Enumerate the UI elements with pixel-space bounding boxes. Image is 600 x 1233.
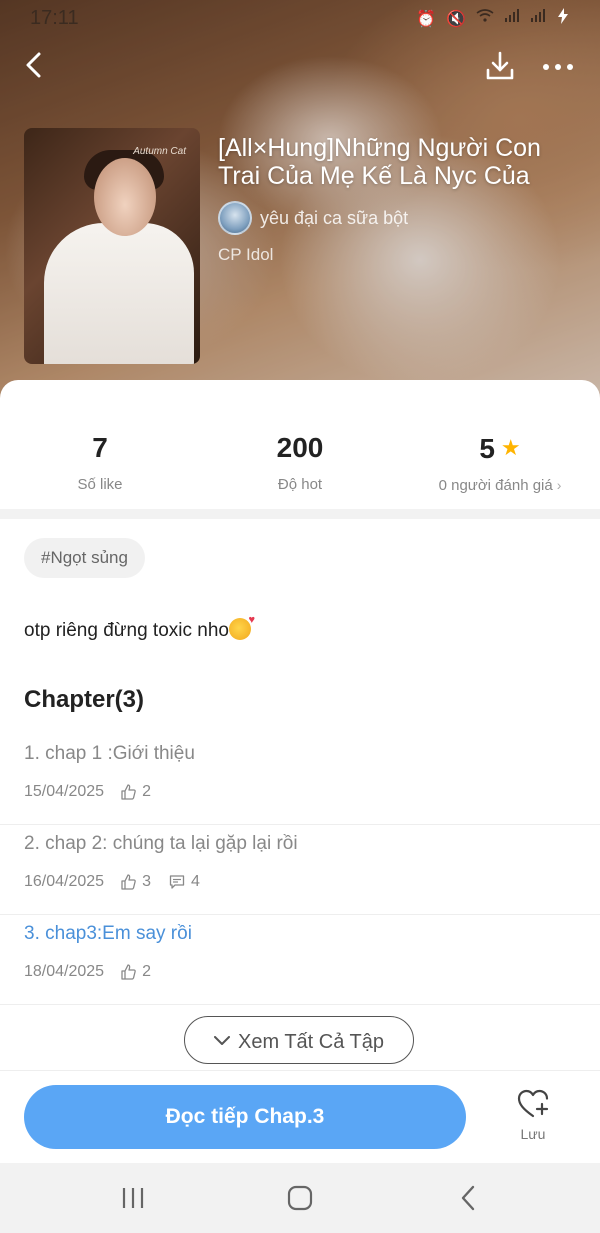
chevron-right-icon: › xyxy=(556,477,562,493)
status-time: 17:11 xyxy=(30,7,79,29)
status-bar: 17:11 ⏰ 🔇 xyxy=(0,0,600,36)
chapter-meta: 16/04/2025 3 4 xyxy=(24,873,200,891)
chapter-likes: 2 xyxy=(142,783,151,800)
signal-icon xyxy=(530,9,546,28)
chapter-date: 18/04/2025 xyxy=(24,963,105,980)
battery-charging-icon xyxy=(556,8,570,29)
star-icon: ★ xyxy=(500,435,521,460)
story-detail-card: 7 Số like 200 Độ hot 5 ★ 0 người đánh giá… xyxy=(0,380,600,1070)
chapter-item[interactable]: 3. chap3:Em say rồi 18/04/2025 2 xyxy=(0,915,600,1005)
stat-rating-value: 5 xyxy=(479,433,495,464)
recent-apps-icon[interactable] xyxy=(118,1185,148,1211)
chapter-title: 3. chap3:Em say rồi xyxy=(24,923,192,944)
see-all-chapters-button[interactable]: Xem Tất Cả Tập xyxy=(184,1016,414,1064)
stat-likes-label: Số like xyxy=(77,476,123,493)
chapter-item[interactable]: 1. chap 1 :Giới thiệu 15/04/2025 2 xyxy=(0,735,600,825)
system-nav-bar xyxy=(0,1163,600,1233)
see-all-label: Xem Tất Cả Tập xyxy=(238,1031,384,1053)
alarm-icon: ⏰ xyxy=(416,10,437,28)
thumbs-up-icon xyxy=(120,964,136,980)
smiling-hearts-emoji-icon xyxy=(228,614,255,640)
continue-reading-button[interactable]: Đọc tiếp Chap.3 xyxy=(24,1085,466,1149)
stats-row: 7 Số like 200 Độ hot 5 ★ 0 người đánh giá… xyxy=(0,430,600,500)
chapter-comments: 4 xyxy=(190,873,200,890)
back-arrow-icon[interactable] xyxy=(18,48,52,82)
stat-likes: 7 Số like xyxy=(0,430,200,493)
author-row[interactable]: yêu đại ca sữa bột xyxy=(218,200,408,236)
chapter-item[interactable]: 2. chap 2: chúng ta lại gặp lại rồi 16/0… xyxy=(0,825,600,915)
author-name[interactable]: yêu đại ca sữa bột xyxy=(260,208,408,229)
chapter-meta: 15/04/2025 2 xyxy=(24,783,151,801)
home-icon[interactable] xyxy=(285,1185,315,1211)
stat-rating[interactable]: 5 ★ 0 người đánh giá › xyxy=(400,430,600,494)
mute-icon: 🔇 xyxy=(446,10,466,28)
stat-hot-value: 200 xyxy=(276,432,324,463)
chapter-date: 15/04/2025 xyxy=(24,783,105,800)
stat-hot: 200 Độ hot xyxy=(200,430,400,493)
chapter-likes: 3 xyxy=(142,873,151,890)
save-label: Lưu xyxy=(520,1126,546,1142)
chapter-date: 16/04/2025 xyxy=(24,873,105,890)
stat-likes-value: 7 xyxy=(92,432,108,463)
more-dots-icon[interactable] xyxy=(538,50,578,82)
save-button[interactable]: Lưu xyxy=(506,1089,560,1142)
story-description: otp riêng đừng toxic nho xyxy=(24,614,255,642)
cover-signature: Autumn Cat xyxy=(133,146,186,157)
signal-icon xyxy=(504,9,520,28)
stat-hot-label: Độ hot xyxy=(277,476,323,493)
description-text: otp riêng đừng toxic nho xyxy=(24,620,229,641)
thumbs-up-icon xyxy=(120,784,136,800)
chapter-likes: 2 xyxy=(142,963,151,980)
chevron-down-icon xyxy=(214,1017,230,1063)
author-avatar[interactable] xyxy=(218,201,252,235)
chapter-heading: Chapter(3) xyxy=(24,686,145,713)
wifi-icon xyxy=(476,9,494,28)
genre-tag[interactable]: #Ngọt sủng xyxy=(24,538,145,578)
stat-rating-label: 0 người đánh giá xyxy=(438,477,553,494)
story-title: [All×Hung]Những Người Con Trai Của Mẹ Kế… xyxy=(218,134,541,190)
back-icon[interactable] xyxy=(455,1185,485,1211)
thumbs-up-icon xyxy=(120,874,136,890)
chapter-title: 2. chap 2: chúng ta lại gặp lại rồi xyxy=(24,833,298,854)
status-icons: ⏰ 🔇 xyxy=(416,8,570,29)
chapter-meta: 18/04/2025 2 xyxy=(24,963,151,981)
story-cover-image[interactable]: Autumn Cat xyxy=(24,128,200,364)
download-icon[interactable] xyxy=(482,48,518,84)
section-divider xyxy=(0,509,600,519)
chapter-title: 1. chap 1 :Giới thiệu xyxy=(24,743,195,764)
story-category[interactable]: CP Idol xyxy=(218,245,273,265)
comment-icon xyxy=(169,874,185,890)
bottom-action-bar: Đọc tiếp Chap.3 Lưu xyxy=(0,1070,600,1163)
heart-plus-icon xyxy=(517,1089,549,1123)
story-hero: 17:11 ⏰ 🔇 Autumn Cat [All×Hung]Những Ngư… xyxy=(0,0,600,400)
